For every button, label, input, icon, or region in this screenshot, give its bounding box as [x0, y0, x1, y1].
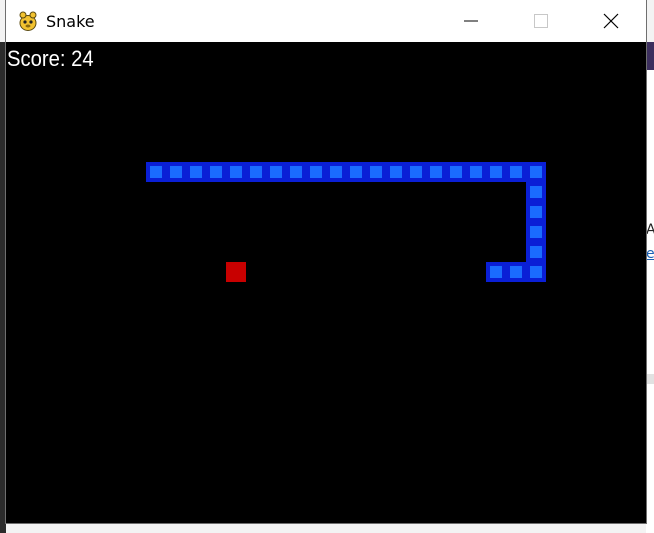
score-label: Score: 24 [7, 46, 94, 71]
snake-segment [146, 162, 166, 182]
snake-segment [526, 242, 546, 262]
close-icon [603, 13, 619, 29]
snake-segment [266, 162, 286, 182]
snake-segment [506, 262, 526, 282]
pygame-snake-icon [17, 10, 39, 32]
snake-segment [446, 162, 466, 182]
minimize-icon [463, 13, 479, 29]
maximize-button[interactable] [506, 0, 576, 42]
game-canvas[interactable]: Score: 24 [6, 42, 646, 523]
snake-segment [526, 222, 546, 242]
title-bar[interactable]: Snake [6, 0, 646, 42]
snake-segment [206, 162, 226, 182]
snake-segment [226, 162, 246, 182]
snake-segment [526, 162, 546, 182]
snake-segment [526, 182, 546, 202]
snake-segment [526, 202, 546, 222]
background-divider [646, 374, 654, 384]
snake-segment [406, 162, 426, 182]
snake-segment [486, 162, 506, 182]
snake-segment [186, 162, 206, 182]
snake-segment [366, 162, 386, 182]
snake-segment [286, 162, 306, 182]
maximize-icon [533, 13, 549, 29]
window-title: Snake [46, 11, 95, 31]
close-button[interactable] [576, 0, 646, 42]
snake-segment [166, 162, 186, 182]
snake-segment [526, 262, 546, 282]
snake-segment [346, 162, 366, 182]
minimize-button[interactable] [436, 0, 506, 42]
window-controls [436, 0, 646, 42]
snake-segment [326, 162, 346, 182]
food-apple [226, 262, 246, 282]
snake-segment [506, 162, 526, 182]
background-text-fragment: A [646, 222, 654, 238]
snake-segment [486, 262, 506, 282]
snake-window: Snake Score: 24 [6, 0, 646, 523]
snake-segment [426, 162, 446, 182]
background-link-fragment: e [646, 246, 654, 262]
snake-segment [306, 162, 326, 182]
snake-segment [386, 162, 406, 182]
snake-segment [466, 162, 486, 182]
background-window-fragment: A e [646, 70, 654, 533]
snake-segment [246, 162, 266, 182]
